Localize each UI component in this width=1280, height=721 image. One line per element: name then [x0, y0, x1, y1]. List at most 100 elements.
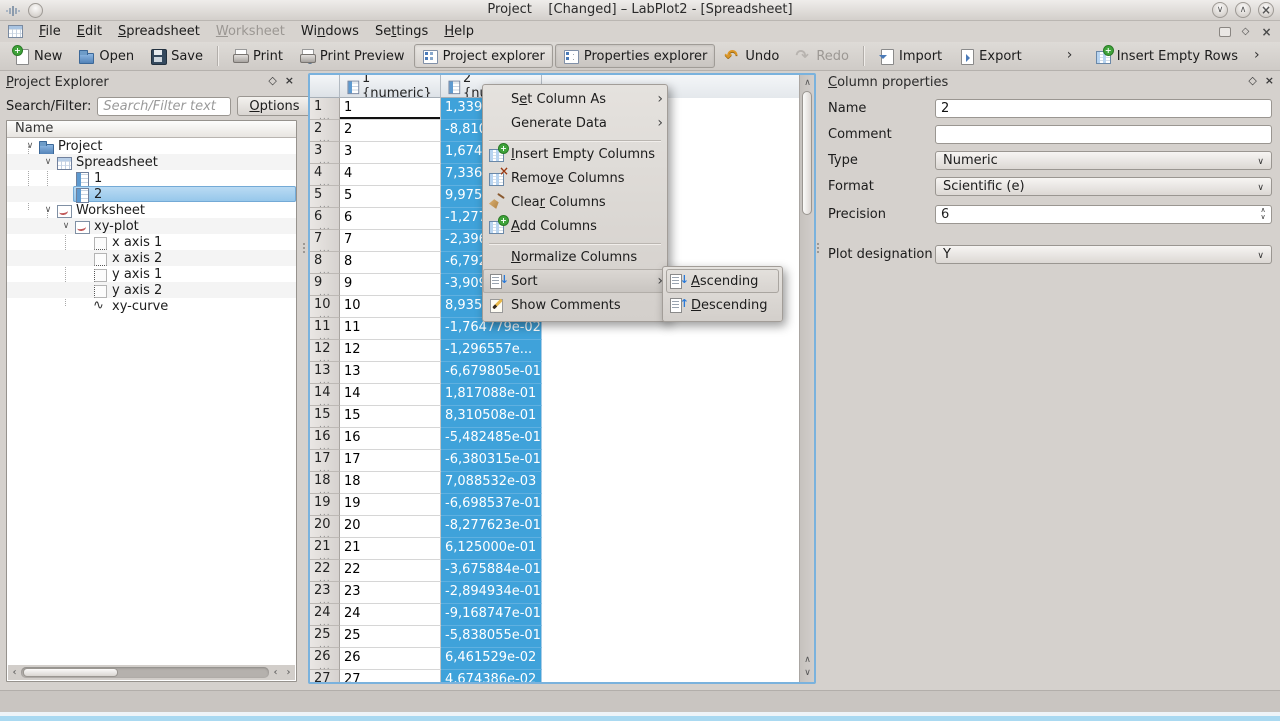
menu-item[interactable]: Descending	[663, 293, 782, 317]
maximize-window-button[interactable]	[1235, 2, 1251, 18]
tree-item[interactable]: xy-curve	[7, 298, 296, 314]
menu-item[interactable]: Edit	[69, 23, 110, 40]
cell-col1[interactable]: 4	[340, 164, 441, 186]
menu-item[interactable]: Generate Data	[483, 111, 667, 135]
cell-col2-selected[interactable]: -2,894934e-01	[441, 582, 542, 604]
scrollbar-thumb[interactable]	[23, 668, 118, 677]
shade-window-button[interactable]	[1212, 2, 1228, 18]
cell-col1[interactable]: 9	[340, 274, 441, 296]
close-panel-icon[interactable]	[285, 74, 294, 87]
menu-item[interactable]: Settings	[367, 23, 436, 40]
cell-col2-selected[interactable]: -6,380315e-01	[441, 450, 542, 472]
cell-col1[interactable]: 16	[340, 428, 441, 450]
cell-col2-selected[interactable]: -3,675884e-01	[441, 560, 542, 582]
type-dropdown[interactable]: Numeric	[935, 151, 1272, 170]
menu-item[interactable]	[483, 238, 667, 245]
plot-designation-dropdown[interactable]: Y	[935, 245, 1272, 264]
row-header[interactable]: 27	[310, 670, 340, 682]
name-field[interactable]	[935, 99, 1272, 118]
mdi-close-icon[interactable]	[1259, 25, 1274, 38]
menu-item[interactable]: File	[31, 23, 69, 40]
menu-item[interactable]: Sort	[483, 269, 667, 293]
cell-col1[interactable]: 20	[340, 516, 441, 538]
tree-item[interactable]: x axis 2	[7, 250, 296, 266]
cell-col2-selected[interactable]: -5,482485e-01	[441, 428, 542, 450]
splitter-left[interactable]	[300, 71, 308, 683]
close-window-button[interactable]	[1258, 2, 1274, 18]
cell-col2-selected[interactable]: 6,125000e-01	[441, 538, 542, 560]
cell-col1[interactable]: 25	[340, 626, 441, 648]
menu-item[interactable]: Add Columns	[483, 214, 667, 238]
row-header[interactable]: 14	[310, 384, 340, 406]
precision-stepper[interactable]: 6	[935, 205, 1272, 224]
row-header[interactable]: 13	[310, 362, 340, 384]
toolbar-button[interactable]: Print Preview	[292, 44, 412, 68]
row-header[interactable]: 18	[310, 472, 340, 494]
menu-item[interactable]	[483, 135, 667, 142]
row-header[interactable]: 8	[310, 252, 340, 274]
row-header[interactable]: 15	[310, 406, 340, 428]
corner-header[interactable]	[310, 75, 340, 98]
cell-col2-selected[interactable]: -8,277623e-01	[441, 516, 542, 538]
close-panel-icon[interactable]	[1265, 74, 1274, 87]
toolbar-button[interactable]: Undo	[717, 44, 786, 68]
cell-col1[interactable]: 6	[340, 208, 441, 230]
row-header[interactable]: 11	[310, 318, 340, 340]
toolbar-button[interactable]: Save	[143, 44, 210, 68]
scrollbar-thumb[interactable]	[802, 91, 812, 215]
tree-item[interactable]: Spreadsheet	[7, 154, 296, 170]
row-header[interactable]: 19	[310, 494, 340, 516]
tree-item[interactable]: Project	[7, 138, 296, 154]
cell-col2-selected[interactable]: -1,296557e...	[441, 340, 542, 362]
cell-col1[interactable]: 3	[340, 142, 441, 164]
row-header[interactable]: 9	[310, 274, 340, 296]
row-header[interactable]: 3	[310, 142, 340, 164]
toolbar-button[interactable]: Properties explorer	[555, 44, 716, 68]
cell-col2-selected[interactable]: 6,461529e-02	[441, 648, 542, 670]
horizontal-scrollbar[interactable]: ‹ ‹ ›	[8, 665, 295, 680]
menu-item[interactable]: Help	[436, 23, 482, 40]
row-header[interactable]: 7	[310, 230, 340, 252]
toolbar-button[interactable]: New	[6, 44, 69, 68]
cell-col2-selected[interactable]: -6,679805e-01	[441, 362, 542, 384]
toolbar-button[interactable]	[1247, 44, 1274, 68]
expander-icon[interactable]	[41, 205, 55, 215]
float-panel-icon[interactable]	[1248, 74, 1256, 87]
tree-item[interactable]: 1	[7, 170, 296, 186]
toolbar-button[interactable]: Print	[225, 44, 290, 68]
expander-icon[interactable]	[23, 141, 37, 151]
cell-col1[interactable]: 2	[340, 120, 441, 142]
scroll-up-icon[interactable]: ∧	[800, 654, 815, 666]
cell-col1[interactable]: 21	[340, 538, 441, 560]
scroll-right-icon[interactable]: ›	[282, 665, 295, 680]
cell-col1[interactable]: 8	[340, 252, 441, 274]
menu-item[interactable]: Worksheet	[208, 23, 293, 40]
tree-item[interactable]: x axis 1	[7, 234, 296, 250]
menu-item[interactable]: Remove Columns	[483, 166, 667, 190]
menu-item[interactable]: Insert Empty Columns	[483, 142, 667, 166]
cell-col1[interactable]: 11	[340, 318, 441, 340]
cell-col1[interactable]: 1	[340, 98, 441, 120]
row-header[interactable]: 23	[310, 582, 340, 604]
menu-item[interactable]: Set Column As	[483, 87, 667, 111]
cell-col1[interactable]: 17	[340, 450, 441, 472]
row-header[interactable]: 24	[310, 604, 340, 626]
float-panel-icon[interactable]	[268, 74, 276, 87]
scroll-up-icon[interactable]: ∧	[800, 77, 815, 89]
row-header[interactable]: 25	[310, 626, 340, 648]
row-header[interactable]: 21	[310, 538, 340, 560]
row-header[interactable]: 17	[310, 450, 340, 472]
row-header[interactable]: 2	[310, 120, 340, 142]
cell-col1[interactable]: 27	[340, 670, 441, 682]
cell-col1[interactable]: 7	[340, 230, 441, 252]
toolbar-button[interactable]	[1060, 44, 1087, 68]
row-header[interactable]: 10	[310, 296, 340, 318]
toolbar-button[interactable]: Project explorer	[414, 44, 553, 68]
row-header[interactable]: 5	[310, 186, 340, 208]
row-header[interactable]: 20	[310, 516, 340, 538]
cell-col1[interactable]: 24	[340, 604, 441, 626]
toolbar-button[interactable]	[217, 46, 218, 66]
format-dropdown[interactable]: Scientific (e)	[935, 177, 1272, 196]
cell-col1[interactable]: 26	[340, 648, 441, 670]
vertical-scrollbar[interactable]: ∧ ∧ ∨	[799, 75, 814, 682]
